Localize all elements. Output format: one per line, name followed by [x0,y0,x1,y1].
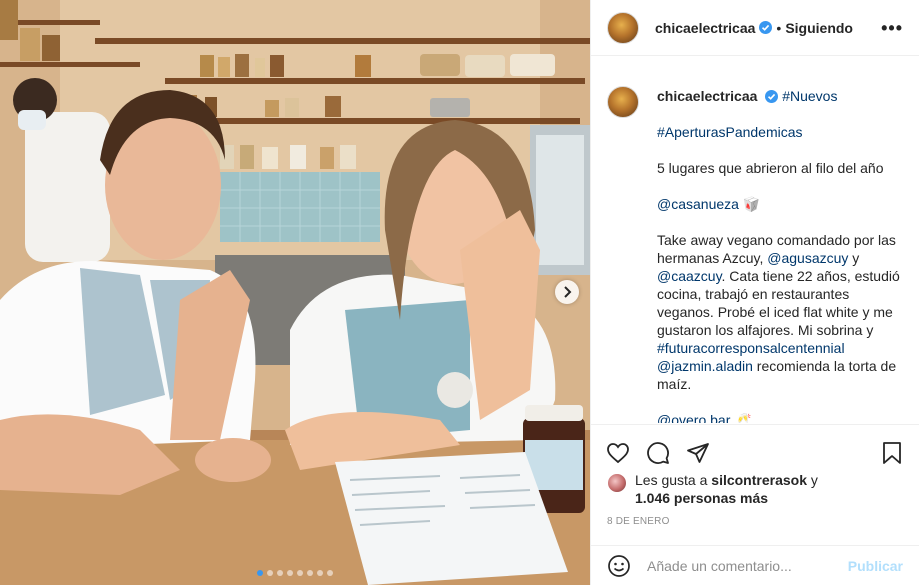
carousel-dot [307,570,313,576]
bookmark-icon[interactable] [881,441,903,465]
author-username[interactable]: chicaelectricaa [655,20,755,36]
carousel-dot [317,570,323,576]
post-actions: Les gusta a silcontrerasok y 1.046 perso… [591,424,919,527]
following-button[interactable]: Siguiendo [785,20,853,36]
carousel-dot [257,570,263,576]
avatar[interactable] [607,473,627,493]
caption-text-fragment: y [848,250,860,266]
mention-link[interactable]: @agusazcuy [767,250,848,266]
carousel-dot [277,570,283,576]
caption-text: chicaelectricaa #Nuevos #AperturasPandem… [657,73,903,423]
caption-emoji: 🥂 [730,412,752,423]
carousel-dot [287,570,293,576]
carousel-dot [297,570,303,576]
comment-input[interactable] [647,557,848,574]
caption-paragraph: 5 lugares que abrieron al filo del año [657,160,884,176]
post-date[interactable]: 8 de enero [591,516,919,527]
avatar[interactable] [607,86,639,118]
hashtag-link[interactable]: #AperturasPandemicas [657,124,803,140]
post-photo[interactable] [0,0,590,585]
hashtag-link[interactable]: #Nuevos [782,88,837,104]
caption: chicaelectricaa #Nuevos #AperturasPandem… [607,73,907,423]
caption-scroll-area[interactable]: chicaelectricaa #Nuevos #AperturasPandem… [607,73,907,423]
avatar[interactable] [607,11,639,44]
verified-icon [759,21,773,34]
verified-icon [765,90,779,103]
caption-emoji: 🥡 [738,196,761,212]
comment-form: Publicar [591,545,919,585]
carousel-dots [0,570,590,576]
post-header: chicaelectricaa • Siguiendo ••• [591,0,919,56]
comment-icon[interactable] [646,441,670,465]
mention-link[interactable]: @caazcuy [657,268,722,284]
publish-button[interactable]: Publicar [848,558,903,574]
share-icon[interactable] [686,441,710,465]
hashtag-link[interactable]: #futuracorresponsalcentennial [657,340,845,356]
caption-username[interactable]: chicaelectricaa [657,88,757,104]
carousel-next-button[interactable] [555,280,579,304]
likes-count-link[interactable]: 1.046 personas más [635,490,768,506]
heart-icon[interactable] [606,441,630,465]
chevron-right-icon [564,286,572,298]
action-icons-row [591,425,919,471]
mention-link[interactable]: @casanueza [657,196,739,212]
separator-dot: • [776,19,782,36]
mention-link[interactable]: @overo.bar [657,412,730,423]
post-side-panel: chicaelectricaa • Siguiendo ••• chicaele… [590,0,919,585]
emoji-icon[interactable] [607,554,631,578]
likes-middle: y [807,472,818,488]
likes-prefix: Les gusta a [635,472,712,488]
carousel-dot [267,570,273,576]
carousel-dot [327,570,333,576]
liker-username[interactable]: silcontrerasok [711,472,807,488]
likes-summary: Les gusta a silcontrerasok y 1.046 perso… [591,471,919,507]
more-options-button[interactable]: ••• [881,19,903,37]
photo-illustration [0,0,590,585]
mention-link[interactable]: @jazmin.aladin [657,358,753,374]
